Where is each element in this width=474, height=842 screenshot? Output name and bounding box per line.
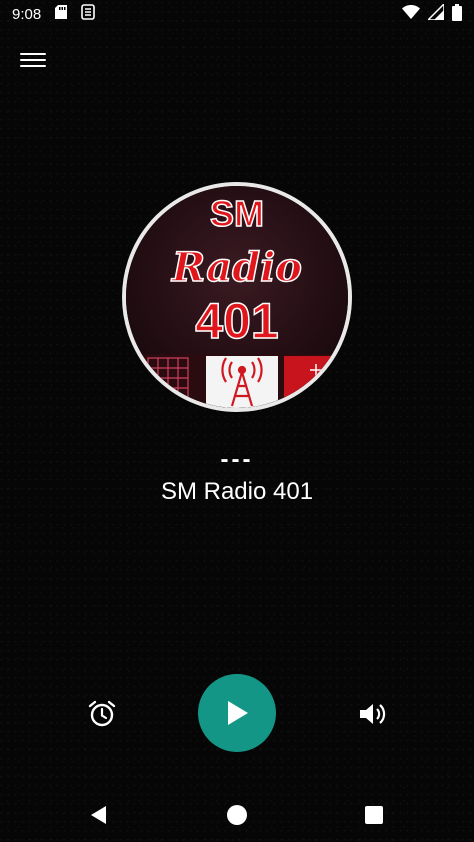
status-time: 9:08 bbox=[12, 5, 42, 23]
tower-panel bbox=[206, 356, 278, 408]
station-artwork: SM Radio 401 bbox=[122, 182, 352, 412]
back-icon[interactable] bbox=[88, 804, 110, 826]
play-button[interactable] bbox=[198, 674, 276, 752]
now-playing-text: --- bbox=[220, 446, 254, 473]
volume-icon[interactable] bbox=[356, 698, 388, 730]
artwork-logo: SM Radio 401 bbox=[126, 186, 348, 408]
artwork-line-1: SM bbox=[210, 193, 264, 234]
status-right bbox=[402, 2, 462, 25]
alarm-icon[interactable] bbox=[86, 698, 118, 730]
menu-line bbox=[20, 53, 46, 55]
status-left: 9:08 bbox=[12, 4, 96, 24]
signal-icon bbox=[426, 2, 445, 24]
sd-card-icon bbox=[55, 5, 68, 23]
cast-icon bbox=[81, 4, 96, 24]
hamburger-menu-icon[interactable] bbox=[20, 48, 46, 72]
navigation-bar bbox=[0, 786, 474, 842]
player-controls bbox=[0, 674, 474, 752]
wifi-icon bbox=[402, 5, 420, 23]
play-icon bbox=[228, 701, 248, 725]
status-bar: 9:08 bbox=[0, 0, 474, 28]
home-icon[interactable] bbox=[227, 805, 247, 825]
station-name: SM Radio 401 bbox=[160, 478, 314, 505]
artwork-line-2: Radio bbox=[171, 244, 302, 291]
menu-line bbox=[20, 59, 46, 61]
battery-icon bbox=[452, 3, 462, 25]
recents-icon[interactable] bbox=[365, 806, 383, 824]
menu-line bbox=[20, 65, 46, 67]
artwork-line-3: 401 bbox=[195, 293, 278, 349]
